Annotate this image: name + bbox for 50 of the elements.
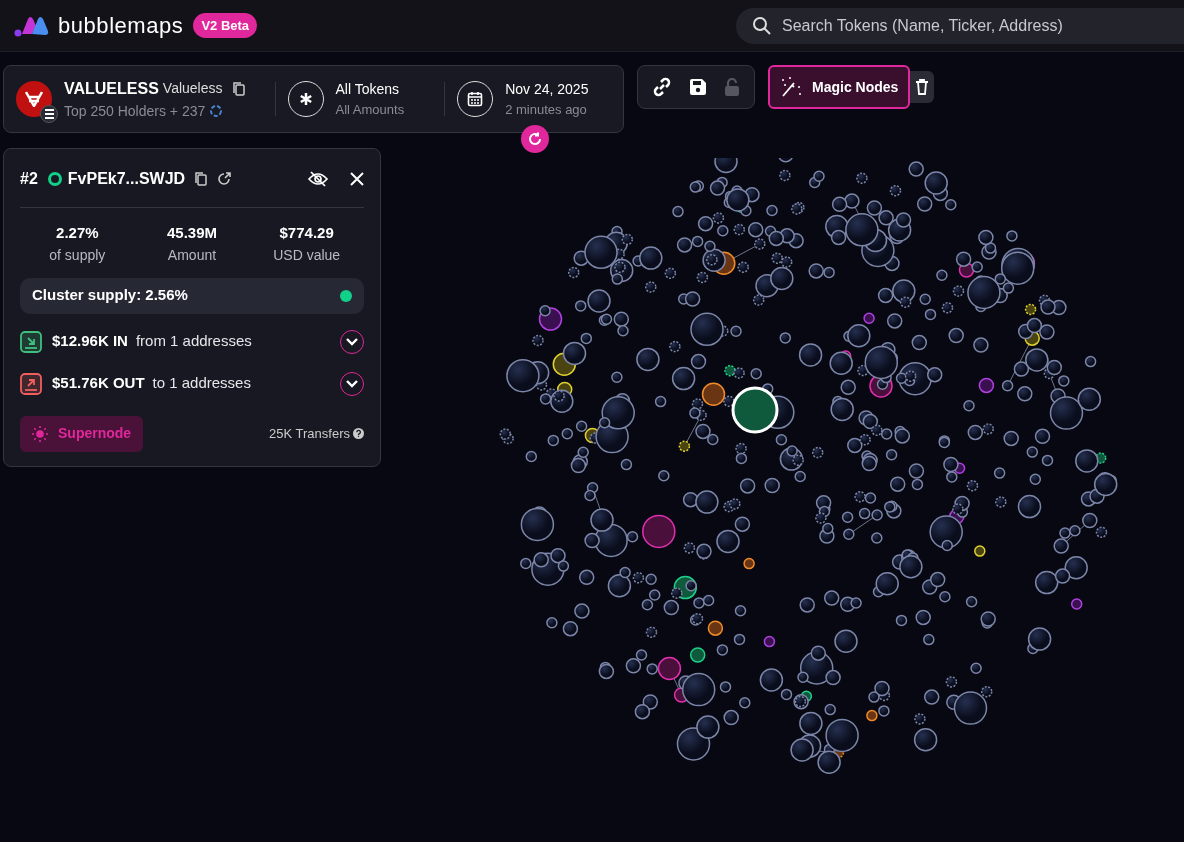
link-icon[interactable] xyxy=(652,77,672,97)
delete-button[interactable] xyxy=(910,71,935,103)
token-filter[interactable]: All Tokens All Amounts xyxy=(287,78,405,120)
stat-value: $774.29 xyxy=(279,223,334,243)
stat-value: 45.39M xyxy=(166,223,217,243)
trash-icon xyxy=(916,79,929,95)
transfers-count: 25K Transfers xyxy=(269,424,350,443)
sun-icon xyxy=(32,425,48,442)
flow-detail: from 1 addresses xyxy=(135,331,252,352)
incoming-icon xyxy=(20,330,42,353)
token-symbol: VALUELESS xyxy=(64,78,159,99)
magic-wand-icon xyxy=(780,76,802,98)
copy-icon[interactable] xyxy=(195,172,208,186)
date-picker[interactable]: Nov 24, 2025 2 minutes ago xyxy=(457,78,589,120)
flow-detail: to 1 addresses xyxy=(152,373,251,394)
filter-title: All Tokens xyxy=(335,79,401,99)
filter-subtitle: All Amounts xyxy=(335,100,405,119)
cluster-supply: Cluster supply: 2.56% xyxy=(32,285,188,306)
stat-label: USD value xyxy=(273,245,341,265)
chain-icon xyxy=(40,105,58,123)
save-icon[interactable] xyxy=(690,79,706,95)
copy-icon[interactable] xyxy=(232,81,245,96)
flow-amount: $12.96K IN xyxy=(52,331,128,352)
search-icon xyxy=(752,15,772,36)
stat-label: Amount xyxy=(167,245,217,265)
magic-nodes-button[interactable]: Magic Nodes xyxy=(768,65,911,109)
token-name: Valueless xyxy=(162,79,223,98)
help-icon[interactable] xyxy=(353,428,364,439)
outgoing-icon xyxy=(20,372,42,395)
hide-icon[interactable] xyxy=(308,171,328,187)
refresh-button[interactable] xyxy=(521,125,549,153)
external-link-icon[interactable] xyxy=(217,172,232,186)
wallet-rank: #2 xyxy=(20,169,38,189)
stat-label: of supply xyxy=(49,245,106,265)
search-field[interactable]: Search Tokens (Name, Ticker, Address) xyxy=(736,7,1184,44)
date-subtitle: 2 minutes ago xyxy=(505,100,588,119)
token-logo-icon xyxy=(16,81,52,117)
version-badge: V2 Beta xyxy=(193,12,258,39)
wallet-address: FvPEk7...SWJD xyxy=(67,169,186,189)
date-title: Nov 24, 2025 xyxy=(505,79,589,99)
chevron-icon xyxy=(346,337,358,346)
loading-icon xyxy=(209,104,224,118)
stat-value: 2.27% xyxy=(56,223,99,243)
holders-count: Top 250 Holders + 237 xyxy=(64,101,206,121)
close-icon[interactable] xyxy=(350,172,364,186)
status-ring-icon xyxy=(47,172,62,186)
brand-name: bubblemaps xyxy=(58,12,184,40)
refresh-icon xyxy=(528,132,542,146)
chevron-icon xyxy=(346,379,358,388)
flow-amount: $51.76K OUT xyxy=(52,373,145,394)
